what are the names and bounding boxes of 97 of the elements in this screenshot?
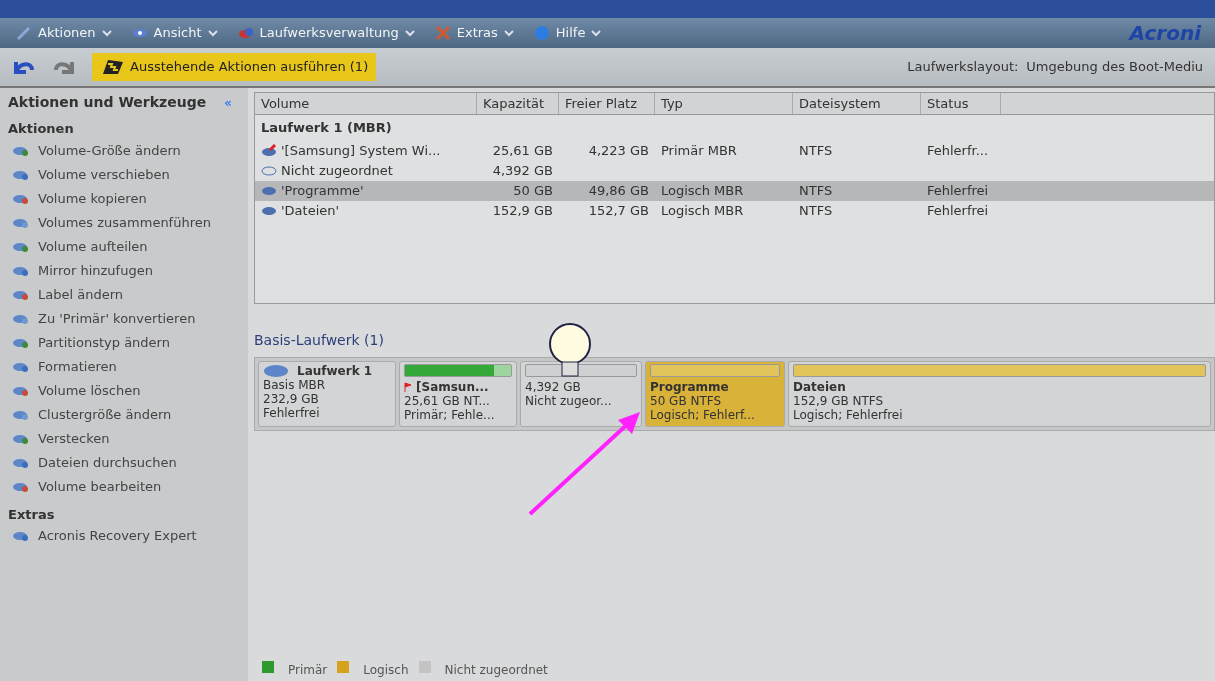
partition-info: Logisch; Fehlerf... [650, 408, 756, 422]
table-cell-text: Nicht zugeordnet [281, 161, 393, 180]
sidebar-item[interactable]: Volume bearbeiten [8, 474, 248, 499]
column-header[interactable]: Volume [255, 93, 477, 114]
menu-item[interactable]: Aktionen [14, 21, 114, 45]
disk-icon [261, 204, 277, 217]
partition-block[interactable]: Programme 50 GB NTFS Logisch; Fehlerf... [645, 361, 785, 427]
column-header[interactable]: Kapazität [477, 93, 559, 114]
menu-item[interactable]: Laufwerksverwaltung [235, 21, 417, 45]
sidebar-item[interactable]: Volume-Größe ändern [8, 138, 248, 163]
disk-icon [261, 164, 277, 177]
sidebar-item[interactable]: Volume aufteilen [8, 234, 248, 259]
table-row[interactable]: Nicht zugeordnet 4,392 GB [255, 160, 1214, 181]
table-cell: NTFS [799, 182, 833, 198]
section-title: Basis-Laufwerk (1) [254, 332, 384, 348]
table-cell: 4,223 GB [588, 142, 649, 158]
sidebar-item[interactable]: Verstecken [8, 426, 248, 451]
table-cell: Fehlerfrei [927, 202, 989, 218]
table-cell: Fehlerfr... [927, 142, 989, 158]
partition-info: Nicht zugeor... [525, 394, 613, 408]
sidebar-item[interactable]: Volume kopieren [8, 186, 248, 211]
partition-name: Dateien [793, 380, 846, 394]
caret-icon [207, 29, 218, 37]
layout-label: Laufwerkslayout: [907, 58, 1019, 77]
disk-info: 232,9 GB [263, 392, 320, 406]
menu-item[interactable]: Extras [432, 21, 516, 45]
sidebar-item[interactable]: Acronis Recovery Expert [8, 524, 248, 548]
sidebar-item[interactable]: Formatieren [8, 354, 248, 379]
sidebar-item[interactable]: Volumes zusammenführen [8, 210, 248, 235]
partition-block[interactable]: Dateien 152,9 GB NTFS Logisch; Fehlerfrei [788, 361, 1211, 427]
help-icon [533, 25, 550, 41]
logo-text: Acroni [1129, 20, 1201, 47]
caret-icon [404, 29, 415, 37]
disk-icon [12, 529, 30, 543]
menu-item[interactable]: Hilfe [531, 21, 604, 45]
table-cell: 152,9 GB [492, 202, 553, 218]
sidebar-item[interactable]: Label ändern [8, 282, 248, 307]
disk-info: Fehlerfrei [263, 406, 321, 420]
disk-icon [237, 25, 254, 41]
legend-label: Logisch [363, 662, 409, 679]
disk-icon [261, 184, 277, 197]
legend-label: Primär [288, 662, 328, 679]
partition-name: [Samsun... [416, 380, 489, 394]
sidebar-item[interactable]: Partitionstyp ändern [8, 330, 248, 355]
sidebar-item[interactable]: Mirror hinzufugen [8, 258, 248, 283]
menu-item[interactable]: Ansicht [129, 21, 220, 45]
table-row[interactable]: 'Programme' 50 GB 49,86 GB Logisch MBR NTFS Fehlerfrei [255, 180, 1214, 201]
caret-icon [503, 29, 514, 37]
column-header[interactable]: Freier Platz [559, 93, 655, 114]
sidebar-item[interactable]: Volume löschen [8, 378, 248, 403]
table-cell: Logisch MBR [661, 182, 744, 198]
disk-name: Laufwerk 1 [297, 364, 373, 378]
partition-info: Logisch; Fehlerfrei [793, 408, 904, 422]
table-cell: 25,61 GB [492, 142, 553, 158]
partition-size: 25,61 GB NT... [404, 394, 491, 408]
sidebar-item[interactable]: Dateien durchsuchen [8, 450, 248, 475]
sidebar-item[interactable]: Clustergröße ändern [8, 402, 248, 427]
commit-button[interactable]: Ausstehende Aktionen ausführen (1) [92, 53, 377, 81]
section-title: Extras [8, 505, 56, 524]
column-header[interactable]: Status [921, 93, 1001, 114]
panel-title: Aktionen und Werkzeuge [8, 93, 207, 112]
section-title: Aktionen [8, 120, 75, 138]
table-cell-text: '[Samsung] System Wi... [281, 141, 441, 160]
table-cell-text: 'Dateien' [281, 201, 340, 220]
partition-size: 152,9 GB NTFS [793, 394, 885, 408]
partition-name: Programme [650, 380, 729, 394]
table-cell: 49,86 GB [588, 182, 649, 198]
partition-block[interactable]: [Samsun... 25,61 GB NT... Primär; Fehle... [399, 361, 517, 427]
partition-size: 4,392 GB [525, 380, 582, 394]
table-cell-text: 'Programme' [281, 181, 364, 200]
column-header[interactable]: Dateisystem [793, 93, 921, 114]
table-cell: Logisch MBR [661, 202, 744, 218]
table-cell: NTFS [799, 202, 833, 218]
disk-icon [261, 144, 277, 157]
layout-value: Umgebung des Boot-Mediu [1026, 58, 1203, 77]
partition-block[interactable]: 4,392 GB Nicht zugeor... [520, 361, 642, 427]
group-header: Laufwerk 1 (MBR) [260, 119, 393, 137]
disk-info: Basis MBR [263, 378, 327, 392]
table-cell: Fehlerfrei [927, 182, 989, 198]
disk-icon [263, 364, 289, 378]
disk-block[interactable]: Laufwerk 1 Basis MBR 232,9 GB Fehlerfrei [258, 361, 396, 427]
wand-icon [16, 25, 32, 41]
table-cell: 4,392 GB [492, 162, 553, 178]
column-header[interactable]: Typ [655, 93, 793, 114]
table-row[interactable]: 'Dateien' 152,9 GB 152,7 GB Logisch MBR NTFS Fehlerfrei [255, 200, 1214, 221]
sidebar-item[interactable]: Zu 'Primär' konvertieren [8, 306, 248, 331]
table-cell: Primär MBR [661, 142, 737, 158]
table-cell: 152,7 GB [588, 202, 649, 218]
caret-icon [101, 29, 112, 37]
partition-size: 50 GB NTFS [650, 394, 723, 408]
sidebar-item[interactable]: Volume verschieben [8, 162, 248, 187]
caret-icon [591, 29, 602, 37]
legend-label: Nicht zugeordnet [444, 662, 548, 679]
table-cell: 50 GB [513, 182, 553, 198]
partition-info: Primär; Fehle... [404, 408, 496, 422]
table-row[interactable]: '[Samsung] System Wi... 25,61 GB 4,223 GB Primär MBR NTFS Fehlerfr... [255, 140, 1214, 161]
table-cell: NTFS [799, 142, 833, 158]
